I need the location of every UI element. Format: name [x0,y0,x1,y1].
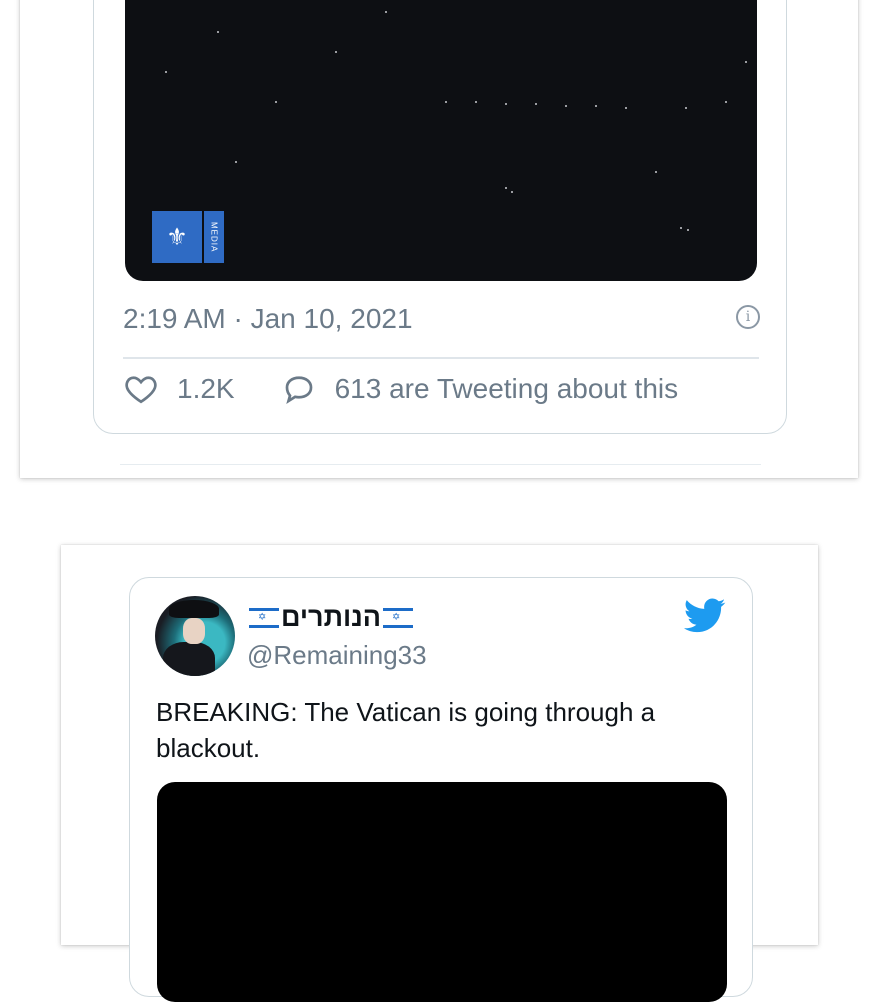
heart-icon[interactable] [123,371,159,407]
card-bottom-rule [120,464,761,465]
tweet-2[interactable]: ✡ הנותרים ✡ @Remaining33 BREAKING: The V… [129,577,753,1002]
israel-flag-icon: ✡ [249,607,279,628]
tweet-actions: 1.2K 613 are Tweeting about this [123,371,678,407]
tweet-media-video-night[interactable]: ⚜ MEDIA [125,0,757,281]
embedded-tweet-card-1: ⚜ MEDIA 2:19 AM · Jan 10, 2021 i 1.2K 61… [20,0,858,478]
tweet-1[interactable]: ⚜ MEDIA 2:19 AM · Jan 10, 2021 i 1.2K 61… [93,0,787,434]
embedded-tweet-card-2: ✡ הנותרים ✡ @Remaining33 BREAKING: The V… [61,545,818,1002]
reply-bubble-icon[interactable] [281,371,317,407]
display-name-text: הנותרים [281,602,382,632]
divider [123,357,759,359]
tweeting-about-link[interactable]: 613 are Tweeting about this [335,373,679,405]
tweet-media-video[interactable] [157,782,727,1002]
keys-crest-icon: ⚜ [152,211,202,263]
media-logo-text: MEDIA [204,211,224,263]
avatar[interactable] [155,596,235,676]
vatican-media-logo: ⚜ MEDIA [152,211,224,263]
user-handle[interactable]: @Remaining33 [247,640,427,671]
twitter-bird-icon[interactable] [684,598,726,634]
display-name[interactable]: ✡ הנותרים ✡ [247,602,415,633]
like-count[interactable]: 1.2K [177,373,235,405]
info-icon[interactable]: i [736,305,760,329]
israel-flag-icon: ✡ [383,607,414,628]
tweet-timestamp[interactable]: 2:19 AM · Jan 10, 2021 [123,303,413,335]
tweet-text: BREAKING: The Vatican is going through a… [156,697,656,763]
